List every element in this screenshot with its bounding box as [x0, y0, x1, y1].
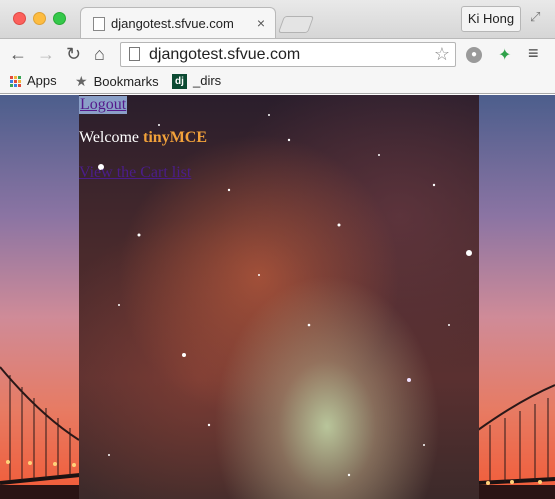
reload-icon[interactable]: ↻ — [66, 43, 81, 65]
close-tab-icon[interactable]: × — [257, 15, 265, 31]
logout-link[interactable]: Logout — [79, 96, 128, 114]
star-icon: ★ — [75, 73, 88, 89]
tab-title: djangotest.sfvue.com — [111, 16, 234, 31]
bookmark-bookmarks-label: Bookmarks — [93, 74, 159, 89]
fullscreen-icon[interactable]: ⤢ — [530, 9, 540, 25]
bookmark-apps[interactable]: Apps — [10, 73, 57, 88]
welcome-prefix: Welcome — [79, 129, 140, 146]
nebula-content-box — [79, 95, 479, 499]
apps-grid-dot — [14, 76, 17, 80]
browser-toolbar: ← → ↻ ⌂ djangotest.sfvue.com ☆ ● ✦ ≡ — [0, 38, 555, 69]
page-viewport — [0, 95, 555, 499]
nebula-stars-image — [98, 114, 472, 477]
close-window-icon[interactable] — [13, 12, 26, 25]
apps-grid-dot — [14, 80, 17, 84]
apps-grid-dot — [18, 76, 21, 80]
new-tab-button[interactable] — [277, 16, 315, 33]
apps-grid-dot — [18, 84, 21, 88]
django-icon: dj — [172, 74, 187, 90]
url-text[interactable]: djangotest.sfvue.com — [149, 46, 300, 64]
home-icon[interactable]: ⌂ — [94, 43, 105, 65]
bookmarks-bar: Apps ★ Bookmarks dj _dirs — [0, 69, 555, 94]
browser-titlebar: djangotest.sfvue.com × Ki Hong ⤢ — [0, 0, 555, 39]
bookmark-star-icon[interactable]: ☆ — [434, 44, 450, 65]
apps-grid-dot — [10, 80, 13, 84]
extension-icon[interactable]: ● — [466, 47, 482, 63]
page-icon — [93, 17, 105, 31]
apps-grid-icon — [10, 76, 21, 88]
apps-grid-dot — [14, 84, 17, 88]
address-bar[interactable]: djangotest.sfvue.com ☆ — [120, 42, 456, 67]
apps-grid-dot — [18, 80, 21, 84]
view-cart-link[interactable]: View the Cart list — [79, 164, 191, 182]
apps-grid-dot — [10, 84, 13, 88]
page-icon — [129, 47, 140, 61]
welcome-message: Welcome tinyMCE — [79, 129, 207, 147]
welcome-username: tinyMCE — [143, 129, 208, 146]
bookmark-apps-label: Apps — [27, 73, 57, 88]
menu-icon[interactable]: ≡ — [528, 43, 539, 64]
back-icon[interactable]: ← — [9, 43, 27, 65]
bookmark-dirs[interactable]: dj _dirs — [172, 73, 222, 90]
forward-icon[interactable]: → — [37, 43, 55, 65]
bookmark-bookmarks[interactable]: ★ Bookmarks — [75, 73, 159, 90]
profile-button[interactable]: Ki Hong — [461, 6, 521, 32]
zoom-window-icon[interactable] — [53, 12, 66, 25]
bookmark-dirs-label: _dirs — [193, 73, 222, 88]
apps-grid-dot — [10, 76, 13, 80]
extension-leaf-icon[interactable]: ✦ — [498, 45, 511, 65]
browser-tab[interactable]: djangotest.sfvue.com × — [80, 7, 276, 39]
minimize-window-icon[interactable] — [33, 12, 46, 25]
